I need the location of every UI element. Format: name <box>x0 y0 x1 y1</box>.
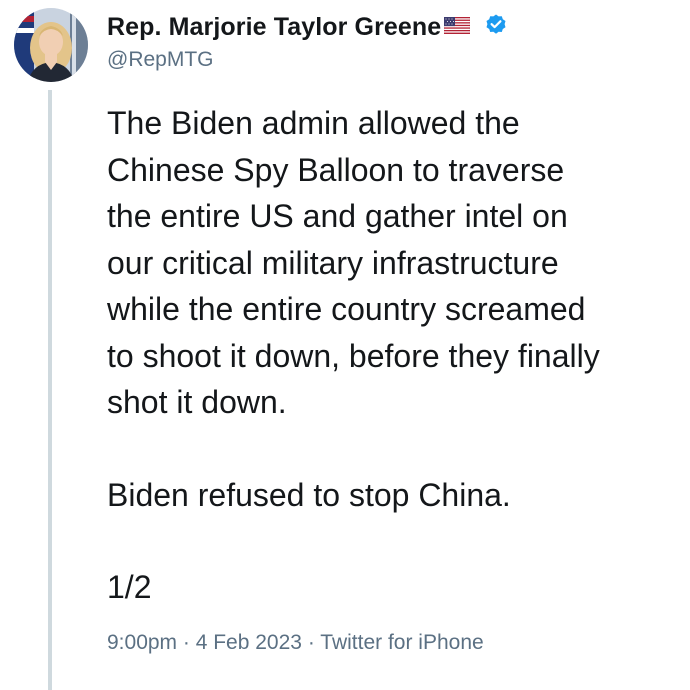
tweet-metadata: 9:00pm · 4 Feb 2023 · Twitter for iPhone <box>107 631 484 655</box>
profile-photo <box>14 8 88 82</box>
tweet-paragraph-2: Biden refused to stop China. <box>107 476 511 513</box>
avatar[interactable] <box>14 8 88 82</box>
tweet-time[interactable]: 9:00pm <box>107 631 177 654</box>
tweet-date[interactable]: 4 Feb 2023 <box>196 631 302 654</box>
tweet-source[interactable]: Twitter for iPhone <box>320 631 483 654</box>
author-name-row: Rep. Marjorie Taylor Greene <box>107 12 508 42</box>
handle[interactable]: @RepMTG <box>107 48 508 72</box>
tweet-header: Rep. Marjorie Taylor Greene @RepMTG <box>107 12 508 72</box>
thread-line <box>48 90 52 690</box>
tweet-paragraph-1: The Biden admin allowed the Chinese Spy … <box>107 105 600 420</box>
meta-separator: · <box>177 631 196 654</box>
display-name[interactable]: Rep. Marjorie Taylor Greene <box>107 13 441 42</box>
meta-separator: · <box>301 631 321 654</box>
thread-counter: 1/2 <box>107 569 152 605</box>
verified-badge-icon <box>484 13 508 42</box>
tweet-text: The Biden admin allowed the Chinese Spy … <box>107 100 682 611</box>
us-flag-icon <box>444 16 471 39</box>
